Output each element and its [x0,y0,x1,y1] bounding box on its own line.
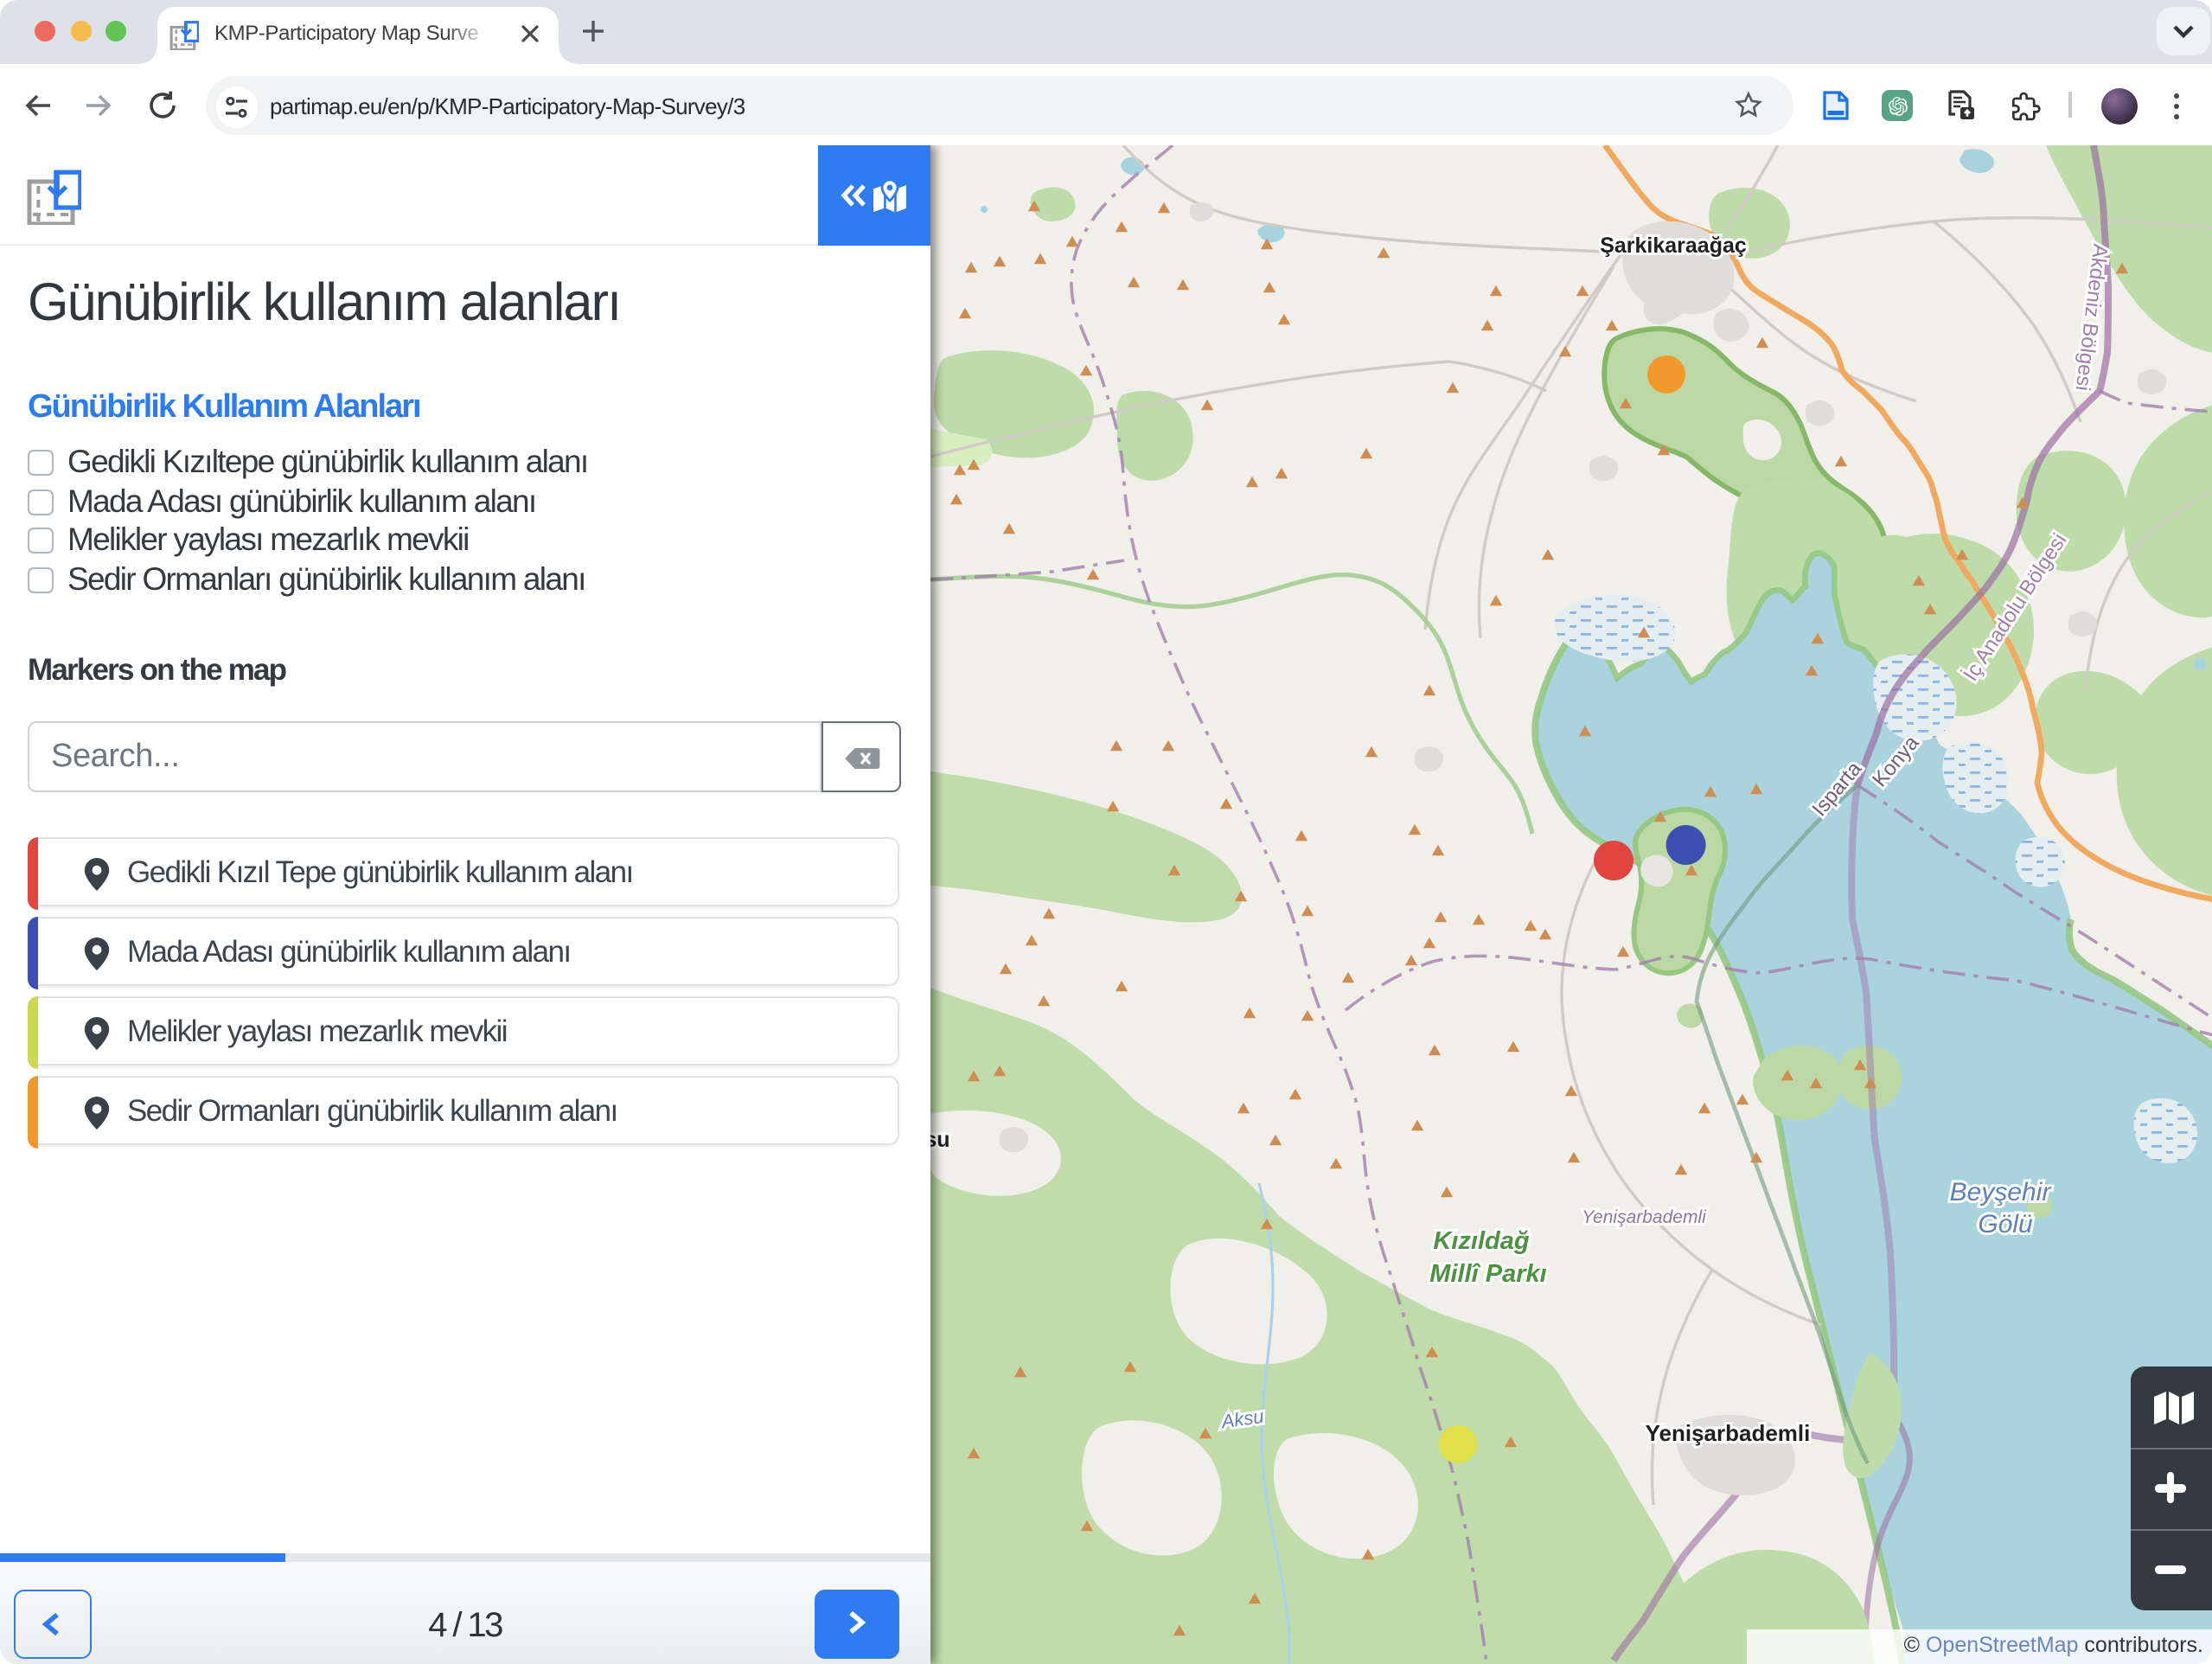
svg-text:Millî Parkı: Millî Parkı [1429,1260,1545,1288]
svg-text:Şarkikaraağaç: Şarkikaraağaç [1599,234,1746,258]
svg-text:Gölü: Gölü [1977,1210,2032,1238]
svg-text:Beyşehir: Beyşehir [1949,1178,2051,1206]
svg-text:Yenişarbademli: Yenişarbademli [1645,1420,1810,1446]
svg-text:Yenişarbademli: Yenişarbademli [1581,1207,1706,1227]
svg-text:Aksu: Aksu [930,1128,949,1152]
svg-text:Kızıldağ: Kızıldağ [1432,1227,1528,1255]
